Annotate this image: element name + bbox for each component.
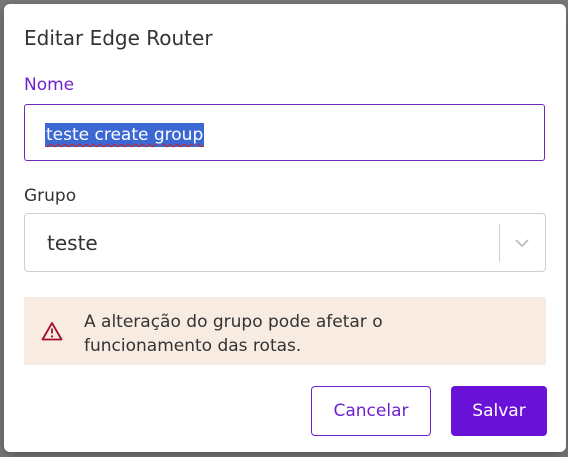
alert-message: A alteração do grupo pode afetar o funci…: [84, 312, 383, 356]
warning-triangle-icon: [41, 322, 63, 341]
group-select[interactable]: teste: [24, 213, 546, 272]
group-label: Grupo: [24, 186, 77, 206]
cancel-button[interactable]: Cancelar: [311, 386, 431, 436]
save-button[interactable]: Salvar: [451, 386, 547, 436]
name-input[interactable]: teste create group: [24, 104, 545, 161]
name-input-value: teste create group: [45, 123, 205, 147]
select-divider: [499, 224, 500, 262]
edit-edge-router-dialog: Editar Edge Router Nome teste create gro…: [4, 4, 566, 452]
dialog-title: Editar Edge Router: [24, 26, 213, 50]
group-select-value: teste: [47, 231, 98, 255]
warning-alert: A alteração do grupo pode afetar o funci…: [24, 297, 546, 365]
chevron-down-icon[interactable]: [513, 234, 531, 252]
name-label: Nome: [24, 75, 75, 95]
